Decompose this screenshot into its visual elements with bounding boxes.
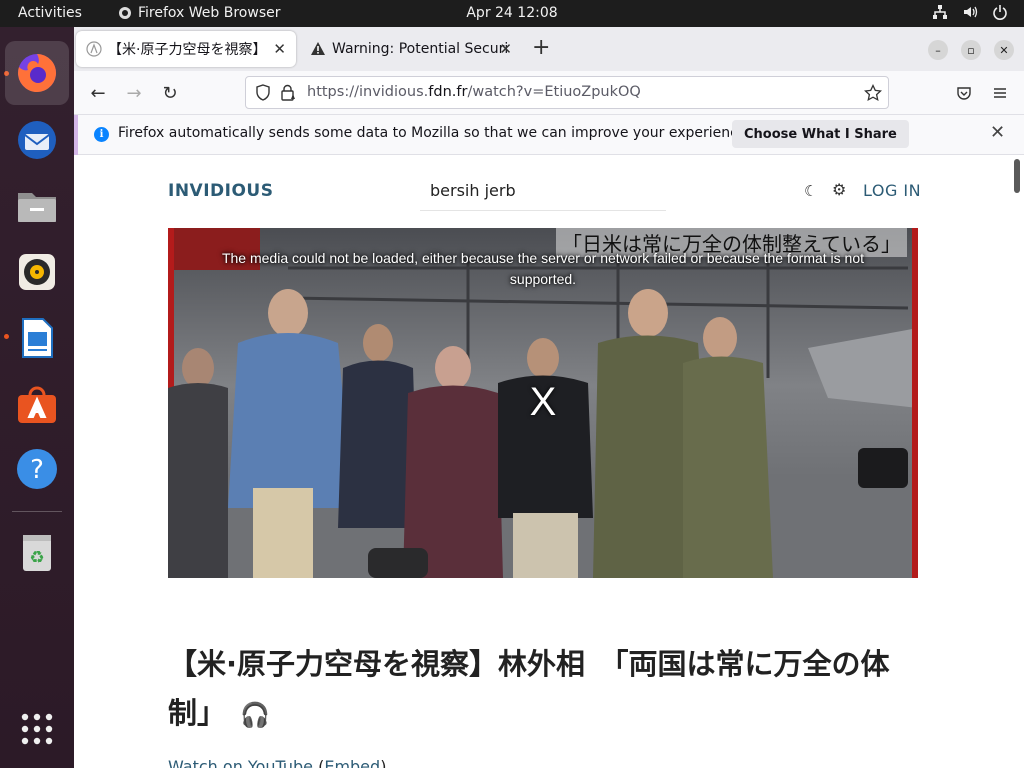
clock[interactable]: Apr 24 12:08 [466,5,557,21]
dock-rhythmbox[interactable] [5,240,69,304]
dock-separator [12,511,62,512]
info-icon: i [94,127,109,142]
power-icon [993,5,1007,20]
video-title: 【米·原子力空母を視察】林外相 「両国は常に万全の体制」 🎧 [168,640,898,740]
pocket-icon[interactable] [956,85,972,101]
paren-close: ) [380,757,387,768]
search-input[interactable]: bersih jerb [420,175,666,211]
ubuntu-dock: ? ♻ [0,27,74,768]
dock-files[interactable] [5,174,69,238]
firefox-icon [18,53,57,92]
close-window-button[interactable]: ✕ [994,40,1014,60]
data-collection-notification: i Firefox automatically sends some data … [74,115,1024,155]
app-grid-icon [21,713,53,745]
tab-close-icon[interactable]: ✕ [499,40,512,58]
app-menu[interactable]: Firefox Web Browser [118,5,281,21]
minimize-button[interactable]: – [928,40,948,60]
dock-software[interactable] [5,372,69,436]
network-icon [933,5,947,19]
rhythmbox-icon [19,254,55,290]
back-button[interactable]: ← [86,81,110,105]
watch-links: Watch on YouTube (Embed) [168,757,386,768]
invidious-favicon-icon [86,41,102,57]
volume-icon [964,6,978,18]
tab-title: Warning: Potential Securi [332,41,509,57]
firefox-small-icon [119,7,131,19]
hamburger-menu-icon[interactable] [992,85,1008,101]
page-content: INVIDIOUS bersih jerb ☾ ⚙ LOG IN 「日米は常に万… [74,155,1024,768]
dock-show-apps[interactable] [5,697,69,761]
new-tab-button[interactable]: + [532,36,550,60]
close-notification-icon[interactable]: ✕ [990,122,1005,143]
headphones-icon[interactable]: 🎧 [240,691,270,740]
invidious-logo[interactable]: INVIDIOUS [168,181,273,201]
svg-text:♻: ♻ [29,548,44,568]
video-player[interactable]: 「日米は常に万全の体制整えている」 The media could not be… [168,228,918,578]
navigation-toolbar: ← → ↻ https://invidious.fdn.fr/watch?v=E… [74,71,1024,115]
media-error-message: The media could not be loaded, either be… [221,250,865,287]
notification-message: Firefox automatically sends some data to… [118,125,751,141]
app-name: Firefox Web Browser [138,5,281,21]
gnome-top-bar: Activities Firefox Web Browser Apr 24 12… [0,0,1024,27]
login-link[interactable]: LOG IN [863,181,921,200]
lock-warning-icon [281,84,295,101]
tab-title: 【米·原子力空母を視察】 [108,42,267,58]
firefox-window: 【米·原子力空母を視察】 ✕ Warning: Potential Securi… [74,27,1024,768]
settings-gear-icon[interactable]: ⚙ [832,180,846,199]
forward-button[interactable]: → [122,81,146,105]
tab-video[interactable]: 【米·原子力空母を視察】 ✕ [76,31,296,67]
writer-icon [22,318,53,358]
bookmark-star-icon[interactable] [864,84,882,102]
page-scrollbar[interactable] [1014,159,1020,193]
activities-button[interactable]: Activities [18,5,82,21]
svg-text:?: ? [30,455,44,485]
files-icon [18,193,56,222]
trash-icon: ♻ [23,535,51,571]
theme-toggle-moon-icon[interactable]: ☾ [804,182,817,200]
tab-bar: 【米·原子力空母を視察】 ✕ Warning: Potential Securi… [74,27,1024,71]
dock-help[interactable]: ? [5,437,69,501]
url-bar[interactable]: https://invidious.fdn.fr/watch?v=EtiuoZp… [245,76,889,109]
choose-what-i-share-button[interactable]: Choose What I Share [732,120,909,148]
dock-writer[interactable] [5,306,69,370]
reload-button[interactable]: ↻ [158,81,182,105]
watch-on-youtube-link[interactable]: Watch on YouTube [168,757,313,768]
tracking-shield-icon [256,84,270,101]
help-icon: ? [17,449,57,489]
dock-thunderbird[interactable] [5,108,69,172]
warning-icon [311,42,325,55]
url-text: https://invidious.fdn.fr/watch?v=EtiuoZp… [307,84,641,100]
tab-close-icon[interactable]: ✕ [273,40,286,58]
dock-firefox[interactable] [5,41,69,105]
thunderbird-icon [18,121,56,159]
software-icon [18,386,56,423]
player-close-icon[interactable]: X [530,380,557,425]
embed-link[interactable]: Embed [324,757,380,768]
maximize-button[interactable]: ▫ [961,40,981,60]
tab-warning[interactable]: Warning: Potential Securi ✕ [300,31,522,67]
dock-trash[interactable]: ♻ [5,520,69,584]
notification-accent [74,115,78,155]
system-tray[interactable] [932,4,1008,20]
